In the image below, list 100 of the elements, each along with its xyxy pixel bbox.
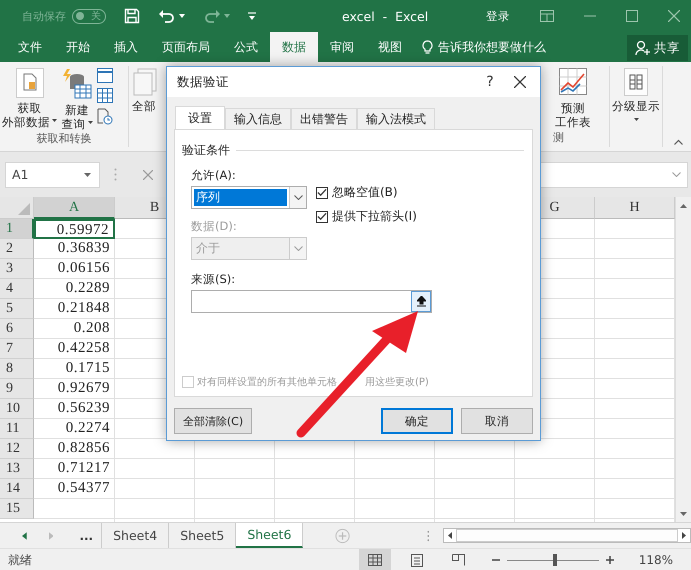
collapse-ribbon-icon[interactable]: [674, 139, 683, 145]
caret-icon[interactable]: [179, 14, 185, 18]
redo-icon[interactable]: [203, 9, 221, 23]
row-header[interactable]: 15: [0, 499, 34, 519]
vertical-dots-icon[interactable]: [426, 530, 430, 542]
forecast-sheet-button[interactable]: 预测 工作表: [553, 66, 593, 129]
save-icon[interactable]: [124, 8, 140, 24]
row-header[interactable]: 5: [0, 299, 34, 319]
checkmark-icon: [317, 212, 327, 221]
allow-dropdown[interactable]: 序列: [191, 186, 307, 209]
zoom-level[interactable]: 118%: [638, 553, 673, 567]
dialog-tab[interactable]: 设置: [175, 106, 225, 130]
previous-sheet-icon[interactable]: [22, 532, 27, 540]
outline-button[interactable]: 分级显示: [610, 66, 662, 121]
row-header[interactable]: 6: [0, 319, 34, 339]
document-icon: [16, 68, 44, 98]
person-add-icon: [635, 40, 651, 56]
document-clock-icon[interactable]: [97, 108, 113, 125]
caret-icon: [52, 119, 57, 122]
row-header[interactable]: 14: [0, 479, 34, 499]
minimize-icon[interactable]: [584, 15, 596, 17]
caret-icon: [88, 121, 92, 124]
grid-icon: [368, 554, 382, 566]
share-button[interactable]: 共享: [627, 35, 688, 61]
scroll-down-icon[interactable]: [680, 512, 687, 516]
chevron-down-icon: [294, 246, 302, 251]
ribbon-tab[interactable]: 数据: [270, 32, 318, 62]
row-header[interactable]: 4: [0, 279, 34, 299]
new-query-button[interactable]: 新建 查询: [59, 66, 95, 131]
field-label: 数据(D):: [191, 219, 238, 234]
ribbon-tab[interactable]: 开始: [54, 32, 102, 62]
grid-icon[interactable]: [97, 88, 113, 103]
source-field[interactable]: [191, 290, 432, 313]
field-label: 允许(A):: [191, 168, 237, 183]
dialog-tab[interactable]: 输入法模式: [357, 108, 435, 129]
zoom-slider-thumb[interactable]: [553, 554, 558, 566]
field-label: 来源(S):: [191, 272, 236, 287]
page-break-icon: [452, 554, 466, 566]
sheet-tab[interactable]: Sheet6: [236, 523, 304, 548]
line-chart-icon: [559, 68, 587, 98]
dialog-title: 数据验证: [177, 74, 229, 90]
ribbon-tab[interactable]: 文件: [6, 32, 54, 62]
row-header[interactable]: 2: [0, 239, 34, 259]
help-button[interactable]: ?: [480, 74, 500, 90]
row-header[interactable]: 10: [0, 399, 34, 419]
ribbon-display-icon[interactable]: [540, 10, 554, 22]
ribbon-tab[interactable]: 审阅: [318, 32, 366, 62]
sign-in-link[interactable]: 登录: [486, 8, 510, 24]
checkmark-icon: [317, 188, 327, 197]
name-box[interactable]: A1: [5, 162, 100, 188]
get-external-data-button[interactable]: 获取 外部数据: [0, 66, 59, 129]
vertical-scrollbar[interactable]: [675, 197, 691, 522]
checkbox[interactable]: 忽略空值(B): [316, 184, 417, 201]
close-icon[interactable]: [668, 10, 680, 22]
column-header[interactable]: A: [34, 197, 115, 219]
group-label: 获取和转换: [36, 131, 92, 147]
clear-all-button[interactable]: 全部清除(C): [174, 408, 252, 434]
view-button[interactable]: [358, 549, 391, 570]
row-header[interactable]: 13: [0, 459, 34, 479]
row-header[interactable]: 1: [0, 219, 34, 239]
ribbon-tab[interactable]: 插入: [102, 32, 150, 62]
scroll-up-icon[interactable]: [680, 204, 687, 208]
maximize-icon[interactable]: [626, 10, 638, 22]
vertical-dots-icon: [114, 168, 117, 181]
autosave-label: 自动保存: [22, 8, 66, 24]
tell-me-search[interactable]: 告诉我你想要做什么: [422, 32, 546, 62]
dialog-tab[interactable]: 出错警告: [291, 108, 357, 129]
row-header[interactable]: 7: [0, 339, 34, 359]
cancel-button[interactable]: 取消: [461, 408, 533, 434]
undo-icon[interactable]: [158, 9, 176, 23]
outline-icon: [624, 68, 648, 96]
dialog-tab[interactable]: 输入信息: [225, 108, 291, 129]
column-header[interactable]: H: [595, 197, 675, 219]
checkbox[interactable]: 提供下拉箭头(I): [316, 208, 417, 225]
scroll-right-icon[interactable]: [682, 532, 686, 539]
caret-icon[interactable]: [224, 14, 230, 18]
refresh-all-button[interactable]: 全部: [129, 66, 160, 113]
ok-button[interactable]: 确定: [381, 408, 453, 434]
row-header[interactable]: 12: [0, 439, 34, 459]
table-icon[interactable]: [97, 68, 113, 83]
range-select-button[interactable]: [411, 291, 431, 312]
customize-icon[interactable]: [248, 12, 256, 20]
zoom-in-icon[interactable]: [606, 556, 614, 564]
horizontal-scrollbar[interactable]: [443, 528, 691, 543]
caret-icon: [84, 172, 91, 176]
row-header[interactable]: 8: [0, 359, 34, 379]
ribbon-tab[interactable]: 页面布局: [150, 32, 222, 62]
close-icon: [514, 76, 526, 88]
row-header[interactable]: 9: [0, 379, 34, 399]
lightbulb-icon: [422, 40, 433, 54]
row-header[interactable]: 3: [0, 259, 34, 279]
triangle-icon: [18, 203, 30, 215]
group-label: 测: [553, 130, 565, 146]
window-title: excel - Excel: [342, 8, 430, 24]
ribbon-tab[interactable]: 视图: [366, 32, 414, 62]
row-header[interactable]: 11: [0, 419, 34, 439]
page-icon: [410, 554, 423, 566]
ribbon-tab[interactable]: 公式: [222, 32, 270, 62]
scroll-left-icon[interactable]: [448, 532, 452, 539]
expand-icon[interactable]: [672, 172, 681, 177]
